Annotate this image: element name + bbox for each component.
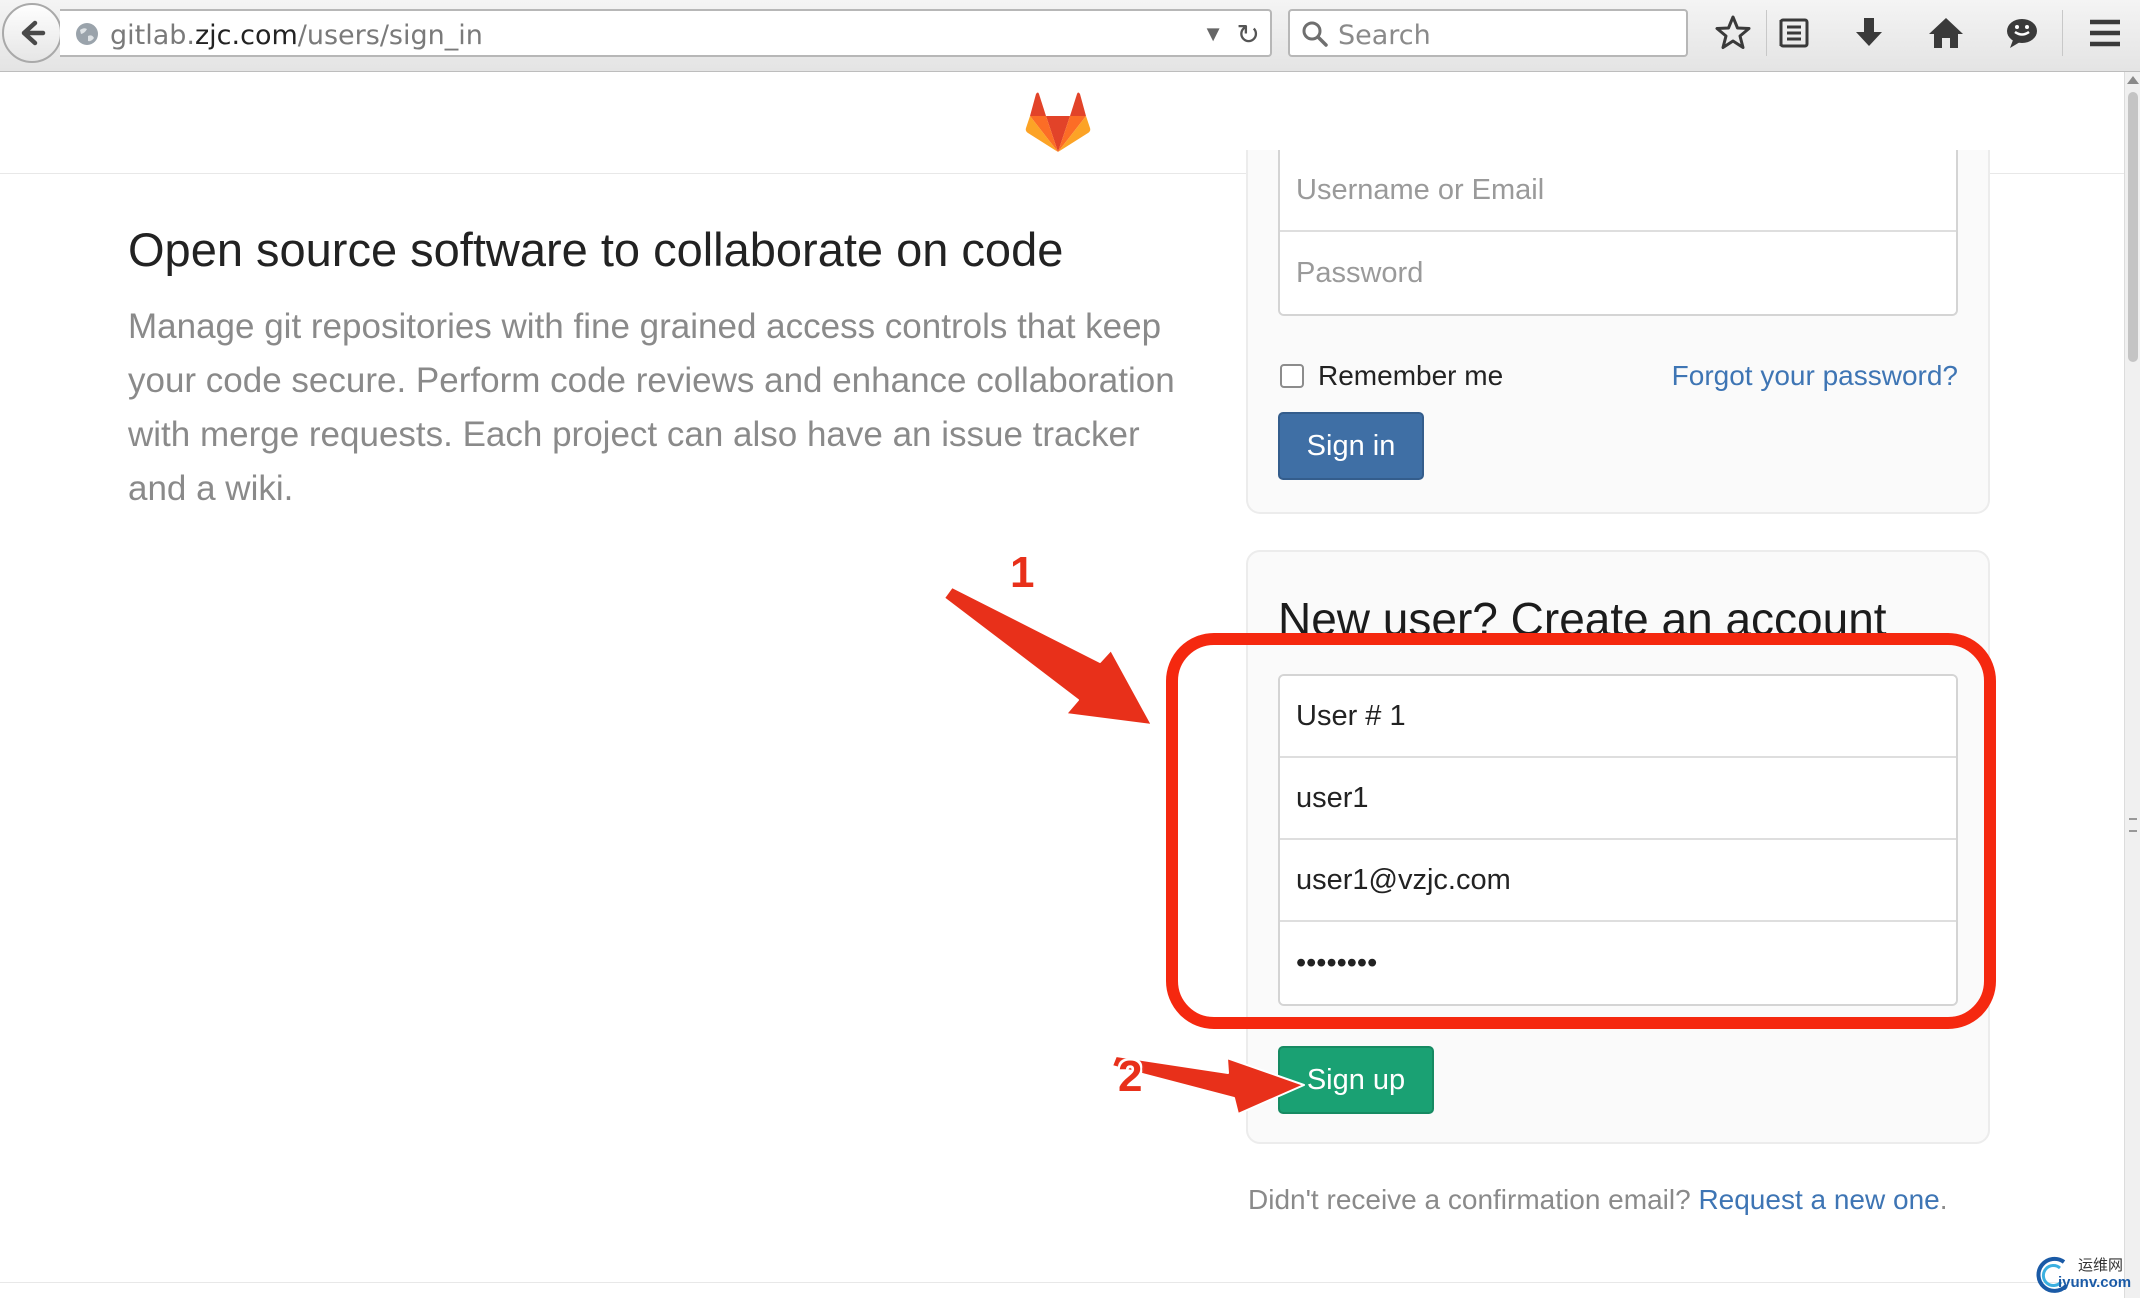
remember-me-label: Remember me [1318,360,1504,391]
remember-me-checkbox[interactable] [1280,364,1304,388]
username-input[interactable] [1280,758,1956,840]
chat-icon[interactable] [2001,12,2043,54]
back-button[interactable] [2,3,62,63]
username-or-email-input[interactable] [1280,150,1956,232]
reload-icon[interactable]: ↻ [1237,18,1260,51]
watermark-line-2: iyunv.com [2058,1274,2132,1291]
page-scrollbar[interactable] [2124,72,2140,1298]
star-icon[interactable] [1712,12,1754,54]
hero-title: Open source software to collaborate on c… [128,223,1064,276]
sign-up-button[interactable]: Sign up [1278,1046,1434,1114]
remember-me-row[interactable]: Remember me [1280,360,1503,392]
sign-in-field-group [1278,150,1958,316]
email-input[interactable] [1280,840,1956,922]
sign-in-panel: Remember me Forgot your password? Sign i… [1246,150,1990,514]
home-icon[interactable] [1925,12,1967,54]
watermark: 运维网 iyunv.com [2034,1252,2140,1298]
search-placeholder: Search [1338,20,1431,51]
arrow-left-icon [21,20,46,46]
scroll-up-arrow-icon[interactable] [2127,76,2139,84]
sign-in-button[interactable]: Sign in [1278,412,1424,480]
request-confirmation-link[interactable]: Request a new one [1698,1184,1939,1215]
globe-icon [76,23,98,45]
sign-up-panel: New user? Create an account Sign up [1246,550,1990,1144]
full-name-input[interactable] [1280,676,1956,758]
sign-up-title: New user? Create an account [1278,593,1887,645]
url-bar[interactable]: gitlab.zjc.com/users/sign_in ▼ ↻ [60,9,1272,57]
step-2-label: 2 [1118,1052,1143,1101]
hero-description: Manage git repositories with fine graine… [128,307,1175,508]
watermark-line-1: 运维网 [2078,1257,2124,1274]
gitlab-logo-icon[interactable] [1024,90,1092,154]
new-password-input[interactable] [1280,922,1956,1004]
search-icon [1302,21,1328,47]
toolbar-separator [2062,10,2063,56]
search-bar[interactable]: Search [1288,9,1688,57]
browser-toolbar: gitlab.zjc.com/users/sign_in ▼ ↻ Search [0,0,2140,72]
download-icon[interactable] [1848,12,1890,54]
forgot-password-link[interactable]: Forgot your password? [1672,360,1958,392]
confirmation-email-note: Didn't receive a confirmation email? Req… [1248,1184,1948,1215]
password-input[interactable] [1280,232,1956,314]
hamburger-menu-icon[interactable] [2084,12,2126,54]
footer-divider [0,1282,2124,1283]
reading-list-icon[interactable] [1773,12,1815,54]
step-1-label: 1 [1010,548,1035,597]
scroll-thumb[interactable] [2128,92,2138,362]
sign-up-field-group [1278,674,1958,1006]
dropdown-arrow-icon[interactable]: ▼ [1202,21,1224,47]
arrow-1-icon [943,586,1153,726]
url-text: gitlab.zjc.com/users/sign_in [110,20,483,51]
toolbar-separator [1766,10,1767,56]
scroll-grip-icon [2129,818,2137,832]
